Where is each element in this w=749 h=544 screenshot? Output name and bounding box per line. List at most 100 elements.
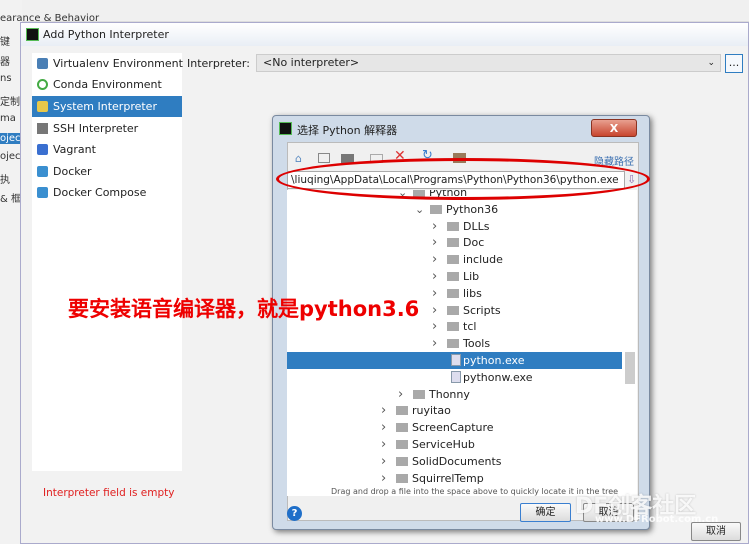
bg-text: 器 (0, 57, 10, 68)
tree-node[interactable]: › Tools (287, 335, 622, 352)
chevron-right-icon[interactable]: › (381, 470, 386, 487)
tree-node[interactable]: › Lib (287, 268, 622, 285)
folder-icon (447, 221, 459, 231)
list-item-vagrant[interactable]: Vagrant (32, 139, 182, 160)
folder-icon (396, 456, 408, 466)
chevron-right-icon[interactable]: › (432, 318, 437, 335)
tree-node-label: Thonny (429, 387, 470, 401)
background-settings-header (0, 0, 749, 22)
browse-button[interactable]: ... (725, 54, 743, 73)
chevron-right-icon[interactable]: › (398, 386, 403, 403)
chevron-right-icon[interactable]: › (381, 402, 386, 419)
chevron-right-icon[interactable]: › (381, 436, 386, 453)
tree-scrollbar[interactable] (625, 352, 635, 384)
list-item-docker-compose[interactable]: Docker Compose (32, 182, 182, 203)
chevron-right-icon[interactable]: › (381, 419, 386, 436)
vagrant-icon (37, 144, 48, 155)
folder-icon (447, 238, 459, 248)
tree-node[interactable]: › ScreenCapture (287, 419, 622, 436)
item-label: Docker (53, 165, 92, 178)
tree-node[interactable]: python.exe (287, 352, 622, 369)
item-label: Docker Compose (53, 186, 147, 199)
tree-node[interactable]: pythonw.exe (287, 369, 622, 386)
python-file-icon (451, 354, 461, 366)
folder-icon (447, 322, 459, 332)
list-item-docker[interactable]: Docker (32, 161, 182, 182)
tree-node-label: ruyitao (412, 404, 451, 418)
item-label: Vagrant (53, 143, 96, 156)
ok-button[interactable]: 确定 (520, 503, 571, 522)
tree-node-label: libs (463, 286, 482, 300)
bg-text: ma (0, 113, 16, 124)
chevron-right-icon[interactable]: › (381, 453, 386, 470)
chevron-right-icon[interactable]: › (432, 335, 437, 352)
tree-node[interactable]: › include (287, 251, 622, 268)
tree-node-label: Doc (463, 236, 485, 250)
tree-node[interactable]: › Thonny (287, 386, 622, 403)
interpreter-type-list: Virtualenv Environment Conda Environment… (32, 53, 183, 471)
folder-icon (447, 305, 459, 315)
interpreter-label: Interpreter: (187, 57, 250, 70)
tree-node-label: Python36 (446, 202, 499, 216)
desktop-icon[interactable] (318, 153, 330, 163)
chevron-right-icon[interactable]: › (432, 251, 437, 268)
chevron-right-icon[interactable]: › (432, 234, 437, 251)
tree-node-label: Tools (463, 337, 491, 351)
interpreter-select[interactable]: <No interpreter> ⌄ (256, 54, 721, 72)
folder-icon (396, 440, 408, 449)
chevron-right-icon[interactable]: › (432, 268, 437, 285)
chevron-down-icon[interactable]: ⌄ (415, 201, 424, 218)
chevron-down-icon: ⌄ (707, 58, 715, 68)
list-item-virtualenv[interactable]: Virtualenv Environment (32, 53, 183, 74)
dialog-titlebar: Add Python Interpreter (21, 23, 748, 46)
tree-node[interactable]: › DLLs (287, 218, 622, 235)
tree-node[interactable]: › SquirrelTemp (287, 470, 622, 487)
folder-icon (447, 339, 459, 349)
item-label: Conda Environment (53, 78, 162, 91)
bg-text: ns (0, 73, 12, 84)
help-icon[interactable]: ? (287, 506, 302, 521)
file-tree: ⌄ Python ⌄ Python36 › DLLs › Doc › include › Lib › li… (287, 190, 637, 496)
tree-node[interactable]: ⌄ Python36 (287, 201, 622, 218)
folder-icon (396, 406, 408, 416)
list-item-ssh[interactable]: SSH Interpreter (32, 118, 182, 139)
chevron-right-icon[interactable]: › (432, 285, 437, 302)
home-icon[interactable]: ⌂ (295, 152, 302, 165)
tree-node[interactable]: › Doc (287, 234, 622, 251)
tree-node[interactable]: › ServiceHub (287, 436, 622, 453)
folder-icon (396, 423, 408, 433)
red-highlight-circle (276, 158, 650, 200)
chevron-right-icon[interactable]: › (432, 302, 437, 319)
bg-text: 键 (0, 37, 10, 48)
docker-icon (37, 166, 48, 177)
conda-icon (37, 79, 48, 90)
item-label: System Interpreter (53, 100, 157, 113)
folder-icon (447, 272, 459, 281)
background-settings-sidebar: earance & Behavior 键 器 ns 定制 ma ojec oje… (0, 0, 99, 544)
tree-node-label: Scripts (463, 303, 501, 317)
terminal-icon (37, 123, 48, 134)
tree-node-label: tcl (463, 320, 477, 334)
bg-text: & 框 (0, 194, 21, 205)
tree-node-label: Lib (463, 270, 480, 283)
python-icon (37, 101, 48, 112)
item-label: Virtualenv Environment (53, 57, 183, 70)
python-file-icon (451, 370, 461, 383)
tree-node[interactable]: › ruyitao (287, 402, 622, 419)
tree-node-label: ServiceHub (412, 438, 475, 451)
tree-node[interactable]: › SolidDocuments (287, 453, 622, 470)
folder-icon (447, 255, 459, 265)
list-item-conda[interactable]: Conda Environment (32, 74, 182, 95)
docker-icon (37, 187, 48, 198)
folder-icon (396, 473, 408, 483)
folder-icon (413, 389, 425, 399)
pycharm-icon (26, 28, 39, 41)
pycharm-icon (279, 122, 292, 135)
annotation-text: 要安装语音编译器，就是python3.6 (68, 297, 420, 321)
close-button[interactable]: X (591, 119, 637, 137)
folder-icon (447, 288, 459, 298)
list-item-system-interpreter[interactable]: System Interpreter (32, 96, 182, 117)
tree-node-label: DLLs (463, 219, 490, 233)
tree-node-label: pythonw.exe (463, 370, 533, 384)
chevron-right-icon[interactable]: › (432, 218, 437, 235)
